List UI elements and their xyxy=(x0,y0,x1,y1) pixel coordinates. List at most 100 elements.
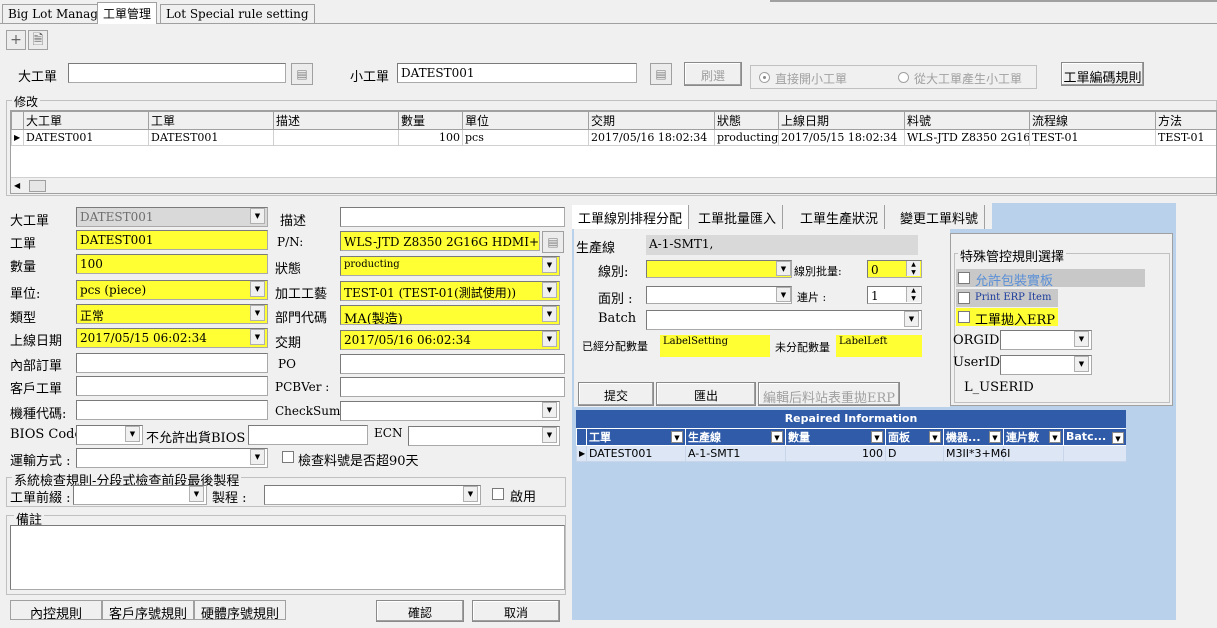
grid-col-header[interactable]: 工單 xyxy=(148,111,274,130)
grid-col-header[interactable]: 狀態 xyxy=(714,111,779,130)
ecn-select[interactable] xyxy=(408,426,560,446)
panel-spinner-icon[interactable]: ▲ ▼ xyxy=(906,287,920,302)
table-cell[interactable]: 100 xyxy=(398,129,463,146)
table-cell[interactable]: M3II*3+M6I xyxy=(943,445,1010,462)
save-icon[interactable]: 🗎 xyxy=(28,30,48,50)
userid-dropdown-icon[interactable]: ▼ xyxy=(1074,356,1089,372)
grid-col-header[interactable]: 流程線 xyxy=(1029,111,1156,130)
repaired-col-header[interactable]: 生產線 ▼ xyxy=(685,428,786,446)
status-select[interactable]: producting xyxy=(340,256,560,276)
small-order-search-input[interactable]: DATEST001 xyxy=(397,63,637,83)
add-icon[interactable]: + xyxy=(6,30,26,50)
repaired-col-header[interactable]: Batc... ▼ xyxy=(1063,428,1126,446)
big-order-field[interactable]: DATEST001 xyxy=(76,207,268,227)
batch-qty-spinner-icon[interactable]: ▲ ▼ xyxy=(906,261,920,276)
no-bios-field[interactable] xyxy=(248,425,368,445)
table-cell[interactable] xyxy=(273,129,399,146)
column-filter-icon[interactable]: ▼ xyxy=(871,431,883,443)
internal-order-field[interactable] xyxy=(76,353,268,373)
table-row[interactable]: ▶ DATEST001 DATEST001 100 pcs 2017/05/16 18:0… xyxy=(11,129,1216,146)
print-erp-checkbox[interactable] xyxy=(958,292,970,304)
side-select[interactable] xyxy=(646,286,792,304)
table-cell[interactable]: producting xyxy=(714,129,779,146)
radio-direct[interactable] xyxy=(759,72,770,83)
repaired-grid[interactable]: Repaired Information 工單 ▼ 生產線 ▼ 數量 ▼ 面板 ▼ 機器... ▼… xyxy=(576,410,1126,462)
grid-horizontal-scrollbar[interactable]: ◀ xyxy=(11,177,1216,193)
due-date-picker[interactable]: 2017/05/16 06:02:34 xyxy=(340,330,560,350)
tab-order-management[interactable]: 工單管理 xyxy=(97,2,158,24)
enable-checkbox[interactable] xyxy=(492,488,504,500)
order-field[interactable]: DATEST001 xyxy=(76,230,268,250)
tab-production-status[interactable]: 工單生產狀況 xyxy=(794,205,886,229)
online-date-picker[interactable]: 2017/05/15 06:02:34 xyxy=(76,328,268,348)
process-select[interactable]: TEST-01 (TEST-01(測試使用)) xyxy=(340,281,560,301)
tab-hardware-serial-rule[interactable]: 硬體序號規則 xyxy=(194,600,286,622)
customer-order-field[interactable] xyxy=(76,376,268,396)
grid-col-header[interactable]: 數量 xyxy=(398,111,463,130)
table-cell[interactable]: 100 xyxy=(785,445,886,462)
edit-station-erp-button[interactable]: 編輯后料站表重拋ERP xyxy=(758,382,900,406)
ship-dropdown-icon[interactable]: ▼ xyxy=(250,449,265,465)
table-cell[interactable]: 2017/05/16 18:02:34 xyxy=(588,129,715,146)
tab-change-part[interactable]: 變更工單料號 xyxy=(894,205,986,229)
desc-field[interactable] xyxy=(340,207,565,227)
unit-select[interactable]: pcs (piece) xyxy=(76,280,268,300)
column-filter-icon[interactable]: ▼ xyxy=(1049,431,1061,443)
table-cell[interactable]: DATEST001 xyxy=(23,129,149,146)
remark-textarea[interactable] xyxy=(10,525,565,590)
submit-button[interactable]: 提交 xyxy=(578,382,654,406)
rule-process-select[interactable] xyxy=(264,485,481,505)
grid-col-header[interactable]: 方法 xyxy=(1155,111,1216,130)
due-dropdown-icon[interactable]: ▼ xyxy=(542,331,557,347)
dept-dropdown-icon[interactable]: ▼ xyxy=(542,306,557,322)
repaired-col-header[interactable]: 機器... ▼ xyxy=(943,428,1004,446)
tab-batch-import[interactable]: 工單批量匯入 xyxy=(692,205,784,229)
type-dropdown-icon[interactable]: ▼ xyxy=(250,305,265,321)
big-order-picker-icon[interactable]: ▤ xyxy=(291,63,313,85)
allow-pack-checkbox[interactable] xyxy=(958,272,970,284)
check90-checkbox[interactable] xyxy=(282,451,294,463)
orgid-dropdown-icon[interactable]: ▼ xyxy=(1074,331,1089,347)
table-cell[interactable]: DATEST001 xyxy=(586,445,686,462)
column-filter-icon[interactable]: ▼ xyxy=(929,431,941,443)
side-dropdown-icon[interactable]: ▼ xyxy=(776,287,791,302)
cancel-button[interactable]: 取消 xyxy=(472,600,560,622)
scroll-thumb[interactable] xyxy=(29,180,46,192)
table-cell[interactable] xyxy=(1063,445,1126,462)
big-order-dropdown-icon[interactable]: ▼ xyxy=(250,208,265,224)
status-dropdown-icon[interactable]: ▼ xyxy=(542,257,557,273)
repaired-col-header[interactable]: 連片數 ▼ xyxy=(1003,428,1064,446)
checksum-dropdown-icon[interactable]: ▼ xyxy=(542,402,557,418)
checksum-select[interactable] xyxy=(340,401,560,421)
tab-internal-rule[interactable]: 內控規則 xyxy=(10,600,102,622)
pn-picker-icon[interactable]: ▤ xyxy=(542,231,564,253)
select-button[interactable]: 刷選 xyxy=(684,62,742,86)
grid-col-header[interactable]: 交期 xyxy=(588,111,715,130)
dept-select[interactable]: MA(製造) xyxy=(340,305,560,325)
tab-customer-serial-rule[interactable]: 客戶序號規則 xyxy=(102,600,194,622)
tab-lot-special-rule[interactable]: Lot Special rule setting xyxy=(160,4,315,23)
small-order-picker-icon[interactable]: ▤ xyxy=(650,63,672,85)
column-filter-icon[interactable]: ▼ xyxy=(1112,432,1124,444)
order-code-rule-button[interactable]: 工單編碼規則 xyxy=(1061,62,1144,86)
export-button[interactable]: 匯出 xyxy=(656,382,756,406)
model-code-field[interactable] xyxy=(76,400,268,420)
confirm-button[interactable]: 確認 xyxy=(376,600,464,622)
table-cell[interactable] xyxy=(1003,445,1064,462)
prefix-select[interactable] xyxy=(73,485,207,505)
batch-dropdown-icon[interactable]: ▼ xyxy=(904,311,919,327)
column-filter-icon[interactable]: ▼ xyxy=(671,431,683,443)
grid-col-header[interactable]: 單位 xyxy=(462,111,589,130)
ship-method-select[interactable] xyxy=(76,448,268,468)
table-cell[interactable]: A-1-SMT1 xyxy=(685,445,786,462)
grid-col-header[interactable]: 料號 xyxy=(904,111,1030,130)
table-cell[interactable]: DATEST001 xyxy=(148,129,274,146)
pcbver-field[interactable] xyxy=(340,377,565,397)
repaired-col-header[interactable]: 面板 ▼ xyxy=(885,428,944,446)
pn-field[interactable]: WLS-JTD Z8350 2G16G HDMI+VGA xyxy=(340,231,540,251)
type-select[interactable]: 正常 xyxy=(76,304,268,324)
table-cell[interactable]: 2017/05/15 18:02:34 xyxy=(778,129,905,146)
table-cell[interactable]: D xyxy=(885,445,944,462)
repaired-col-header[interactable]: 工單 ▼ xyxy=(586,428,686,446)
prefix-dropdown-icon[interactable]: ▼ xyxy=(189,486,204,502)
